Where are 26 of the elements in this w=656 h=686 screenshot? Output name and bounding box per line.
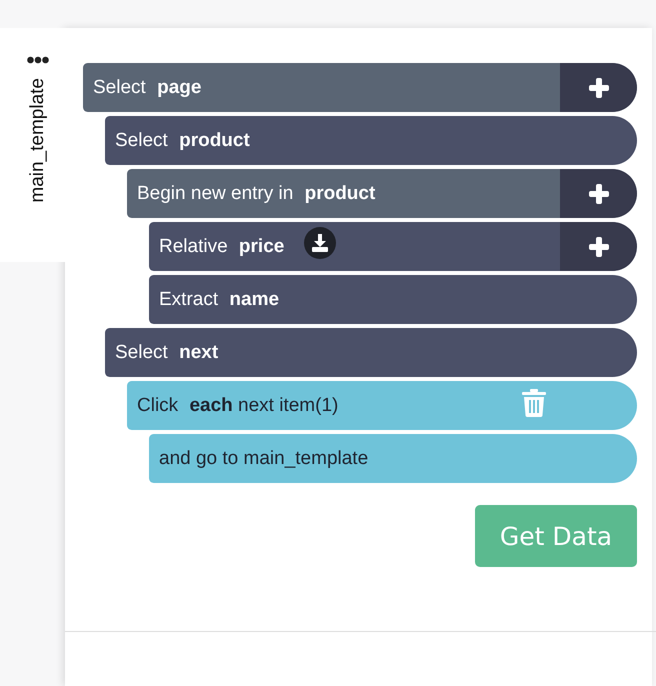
step-block[interactable]: Select product xyxy=(105,116,637,165)
step-label: Relative price xyxy=(159,236,284,258)
tab-label: main_template xyxy=(27,78,49,203)
add-button[interactable] xyxy=(560,169,637,218)
step-label: Click each next item(1) xyxy=(137,394,338,416)
step-label: Begin new entry in product xyxy=(137,182,376,204)
step-block[interactable]: Select next xyxy=(105,328,637,377)
plus-icon xyxy=(588,76,610,98)
step-block[interactable]: Select page xyxy=(83,63,637,112)
step-block[interactable]: Begin new entry in product xyxy=(127,169,637,218)
step-label: Select page xyxy=(93,76,202,98)
step-block[interactable]: Click each next item(1) xyxy=(127,381,637,430)
step-label: Select product xyxy=(115,130,250,152)
side-tab[interactable]: main_template xyxy=(0,28,76,262)
plus-icon xyxy=(588,236,610,258)
more-icon[interactable] xyxy=(27,56,49,64)
step-block[interactable]: Relative price xyxy=(149,222,637,271)
download-icon[interactable] xyxy=(304,226,336,258)
plus-icon xyxy=(588,182,610,204)
step-block[interactable]: Extract name xyxy=(149,275,637,324)
step-label: Select next xyxy=(115,342,218,364)
step-label: Extract name xyxy=(159,288,280,310)
step-block[interactable]: and go to main_template xyxy=(149,434,637,483)
step-label: and go to main_template xyxy=(159,448,368,470)
add-button[interactable] xyxy=(560,222,637,271)
add-button[interactable] xyxy=(560,63,637,112)
